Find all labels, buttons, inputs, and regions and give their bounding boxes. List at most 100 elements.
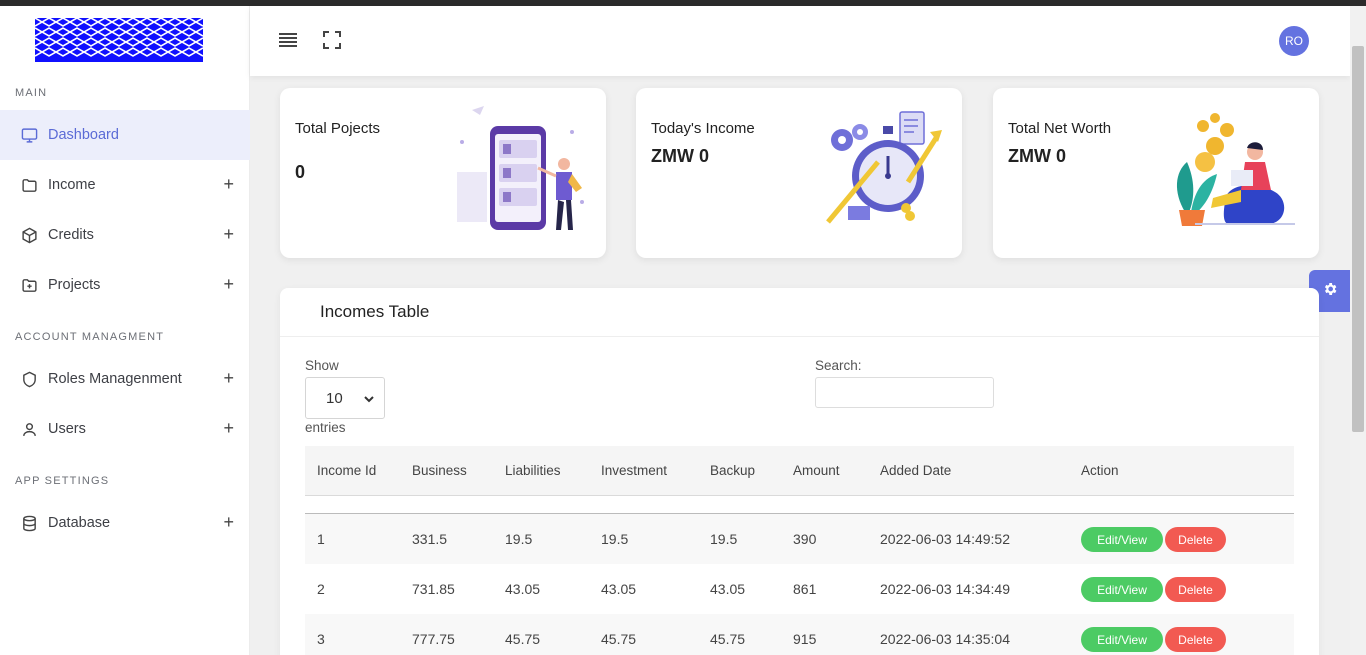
cell-added-date: 2022-06-03 14:35:04 <box>880 631 1010 647</box>
expand-plus-icon[interactable]: + <box>223 275 234 293</box>
incomes-table-panel: Incomes Table Show 10 entries Search: In… <box>280 288 1319 655</box>
expand-plus-icon[interactable]: + <box>223 369 234 387</box>
cell-amount: 390 <box>793 531 817 547</box>
sidebar-item-projects[interactable]: Projects + <box>0 260 250 310</box>
cell-liabilities: 45.75 <box>505 631 541 647</box>
expand-plus-icon[interactable]: + <box>223 419 234 437</box>
card-title: Total Net Worth <box>1008 120 1112 137</box>
sidebar-item-label: Projects <box>48 277 101 293</box>
section-label-main: MAIN <box>15 87 48 99</box>
delete-button[interactable]: Delete <box>1165 527 1226 552</box>
delete-button[interactable]: Delete <box>1165 577 1226 602</box>
user-avatar[interactable]: RO <box>1279 26 1309 56</box>
cell-amount: 861 <box>793 581 817 597</box>
cell-investment: 45.75 <box>601 631 637 647</box>
cell-investment: 19.5 <box>601 531 629 547</box>
column-header-investment[interactable]: Investment <box>601 463 667 478</box>
sidebar-item-label: Roles Managenment <box>48 371 182 387</box>
sidebar-item-database[interactable]: Database + <box>0 498 250 548</box>
cell-income-id: 3 <box>317 631 325 647</box>
cell-investment: 43.05 <box>601 581 637 597</box>
entries-label: entries <box>305 420 346 435</box>
cell-added-date: 2022-06-03 14:34:49 <box>880 581 1010 597</box>
edit-view-button[interactable]: Edit/View <box>1081 627 1163 652</box>
hamburger-icon <box>279 32 297 52</box>
folder-icon <box>20 176 38 194</box>
column-header-amount[interactable]: Amount <box>793 463 840 478</box>
table-row: 2 731.85 43.05 43.05 43.05 861 2022-06-0… <box>305 564 1294 614</box>
column-header-liabilities[interactable]: Liabilities <box>505 463 561 478</box>
sidebar-item-label: Income <box>48 177 96 193</box>
selected-page-size: 10 <box>326 389 343 407</box>
sidebar-item-label: Credits <box>48 227 94 243</box>
sidebar-item-label: Users <box>48 421 86 437</box>
section-label-app-settings: APP SETTINGS <box>15 475 110 487</box>
sidebar-item-dashboard[interactable]: Dashboard <box>0 110 250 160</box>
folder-plus-icon <box>20 276 38 294</box>
stopwatch-illustration-icon <box>798 102 948 232</box>
fullscreen-icon <box>323 30 341 54</box>
sidebar-item-label: Database <box>48 515 111 531</box>
expand-plus-icon[interactable]: + <box>223 513 234 531</box>
fullscreen-button[interactable] <box>322 30 342 54</box>
cell-income-id: 2 <box>317 581 325 597</box>
column-header-added-date[interactable]: Added Date <box>880 463 951 478</box>
search-label: Search: <box>815 358 862 373</box>
card-title: Today's Income <box>651 120 755 137</box>
panel-title: Incomes Table <box>320 302 430 321</box>
column-header-income-id[interactable]: Income Id <box>317 463 376 478</box>
stat-card-today-income: Today's Income ZMW 0 <box>636 88 962 258</box>
edit-view-button[interactable]: Edit/View <box>1081 527 1163 552</box>
phone-illustration-icon <box>442 102 592 232</box>
sidebar-item-roles[interactable]: Roles Managenment + <box>0 354 250 404</box>
cell-backup: 43.05 <box>710 581 746 597</box>
card-value: ZMW 0 <box>651 146 709 166</box>
table-row: 1 331.5 19.5 19.5 19.5 390 2022-06-03 14… <box>305 514 1294 564</box>
logo[interactable] <box>34 17 204 62</box>
expand-plus-icon[interactable]: + <box>223 175 234 193</box>
cell-business: 331.5 <box>412 531 448 547</box>
cell-added-date: 2022-06-03 14:49:52 <box>880 531 1010 547</box>
show-label: Show <box>305 358 339 373</box>
chevron-down-icon <box>363 392 375 409</box>
cell-backup: 45.75 <box>710 631 746 647</box>
stat-card-net-worth: Total Net Worth ZMW 0 <box>993 88 1319 258</box>
user-icon <box>20 420 38 438</box>
divider <box>280 336 1319 337</box>
column-header-business[interactable]: Business <box>412 463 467 478</box>
cell-income-id: 1 <box>317 531 325 547</box>
card-value: 0 <box>295 162 306 182</box>
gear-icon <box>1322 281 1338 302</box>
cell-liabilities: 19.5 <box>505 531 533 547</box>
sidebar-item-income[interactable]: Income + <box>0 160 250 210</box>
table-row: 3 777.75 45.75 45.75 45.75 915 2022-06-0… <box>305 614 1294 655</box>
sidebar: MAIN Dashboard Income + Credits + Projec… <box>0 6 250 655</box>
column-header-action: Action <box>1081 463 1119 478</box>
menu-toggle-button[interactable] <box>278 32 298 52</box>
cell-business: 777.75 <box>412 631 455 647</box>
cell-amount: 915 <box>793 631 817 647</box>
column-header-backup[interactable]: Backup <box>710 463 755 478</box>
sidebar-item-users[interactable]: Users + <box>0 404 250 454</box>
cell-business: 731.85 <box>412 581 455 597</box>
cell-liabilities: 43.05 <box>505 581 541 597</box>
database-icon <box>20 514 38 532</box>
stat-card-projects: Total Pojects 0 <box>280 88 606 258</box>
section-label-account: ACCOUNT MANAGMENT <box>15 331 165 343</box>
sidebar-item-label: Dashboard <box>48 127 119 143</box>
card-title: Total Pojects <box>295 120 381 137</box>
sidebar-item-credits[interactable]: Credits + <box>0 210 250 260</box>
investment-illustration-icon <box>1155 102 1305 232</box>
top-header: RO <box>250 6 1350 76</box>
table-header: Income Id Business Liabilities Investmen… <box>305 446 1294 496</box>
box-icon <box>20 226 38 244</box>
edit-view-button[interactable]: Edit/View <box>1081 577 1163 602</box>
shield-icon <box>20 370 38 388</box>
entries-per-page-select[interactable]: 10 <box>305 377 385 419</box>
expand-plus-icon[interactable]: + <box>223 225 234 243</box>
monitor-icon <box>20 126 38 144</box>
search-input[interactable] <box>815 377 994 408</box>
delete-button[interactable]: Delete <box>1165 627 1226 652</box>
scrollbar-thumb[interactable] <box>1352 46 1364 432</box>
cell-backup: 19.5 <box>710 531 738 547</box>
